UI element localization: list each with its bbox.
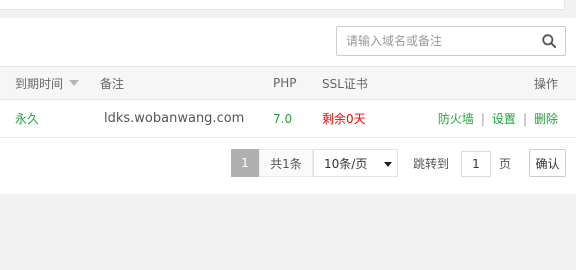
header-ssl-label: SSL证书 bbox=[322, 76, 368, 91]
row-ops: 防火墙 | 设置 | 删除 bbox=[438, 100, 558, 137]
jump-page-input[interactable] bbox=[461, 151, 491, 177]
page-size-select[interactable]: 10条/页 bbox=[313, 149, 398, 177]
page-current[interactable]: 1 bbox=[231, 149, 259, 177]
confirm-button[interactable]: 确认 bbox=[529, 149, 566, 177]
header-expire[interactable]: 到期时间 bbox=[15, 67, 80, 99]
ops-divider: | bbox=[522, 111, 527, 126]
header-ssl: SSL证书 bbox=[322, 67, 368, 99]
row-ssl[interactable]: 剩余0天 bbox=[322, 100, 366, 137]
table-row: 永久 ldks.wobanwang.com 7.0 剩余0天 防火墙 | 设置 … bbox=[0, 100, 576, 138]
row-ssl-value[interactable]: 剩余0天 bbox=[322, 110, 366, 127]
search-box[interactable] bbox=[336, 26, 566, 56]
caret-down-icon bbox=[384, 162, 392, 167]
header-remark-label: 备注 bbox=[100, 76, 125, 91]
row-remark[interactable]: ldks.wobanwang.com bbox=[104, 100, 244, 137]
header-remark: 备注 bbox=[100, 67, 124, 99]
top-card bbox=[0, 0, 565, 10]
row-expire[interactable]: 永久 bbox=[15, 100, 39, 137]
page-size-label: 10条/页 bbox=[324, 156, 368, 171]
firewall-link[interactable]: 防火墙 bbox=[438, 110, 474, 127]
page-total: 共1条 bbox=[259, 149, 313, 177]
search-icon[interactable] bbox=[542, 34, 556, 48]
header-php-label: PHP bbox=[273, 76, 297, 90]
settings-link[interactable]: 设置 bbox=[492, 110, 516, 127]
row-php-value[interactable]: 7.0 bbox=[273, 112, 292, 126]
delete-link[interactable]: 删除 bbox=[534, 110, 558, 127]
sort-down-icon[interactable] bbox=[69, 80, 80, 86]
row-expire-value[interactable]: 永久 bbox=[15, 110, 39, 127]
row-remark-value[interactable]: ldks.wobanwang.com bbox=[104, 111, 244, 126]
ops-divider: | bbox=[480, 111, 485, 126]
search-input[interactable] bbox=[337, 27, 533, 55]
site-list-panel: 到期时间 备注 PHP SSL证书 操作 永久 ldks.wobanwang.c… bbox=[0, 18, 576, 194]
header-ops: 操作 bbox=[534, 67, 558, 99]
jump-label: 跳转到 bbox=[413, 156, 450, 171]
header-expire-label: 到期时间 bbox=[15, 76, 64, 91]
page-unit: 页 bbox=[499, 156, 512, 171]
table-header: 到期时间 备注 PHP SSL证书 操作 bbox=[0, 66, 576, 100]
header-ops-label: 操作 bbox=[533, 76, 558, 91]
header-php: PHP bbox=[273, 67, 297, 99]
row-php[interactable]: 7.0 bbox=[273, 100, 292, 137]
